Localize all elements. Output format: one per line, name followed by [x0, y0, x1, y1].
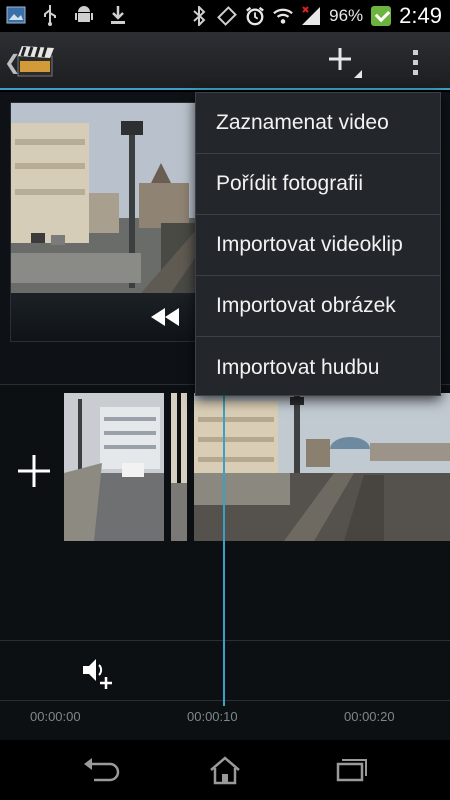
video-clip-thumbnail[interactable]: [64, 393, 164, 541]
alarm-icon: [245, 5, 265, 27]
add-icon[interactable]: [322, 40, 366, 84]
bluetooth-icon: [189, 5, 209, 27]
recent-apps-icon[interactable]: [330, 754, 370, 786]
movie-clapper-icon[interactable]: [16, 44, 54, 78]
android-debug-icon: [74, 4, 94, 26]
rewind-icon[interactable]: [149, 305, 183, 329]
usb-icon: [40, 4, 60, 26]
wifi-icon: [273, 5, 293, 27]
add-media-menu: Zaznamenat video Pořídit fotografii Impo…: [195, 92, 441, 396]
video-clip-thumbnail[interactable]: [171, 393, 187, 541]
playhead[interactable]: [223, 396, 225, 706]
signal-icon: [301, 5, 321, 27]
ruler-label: 00:00:10: [187, 709, 238, 724]
menu-item-record-video[interactable]: Zaznamenat video: [196, 93, 440, 154]
battery-percent: 96%: [329, 6, 364, 25]
gallery-icon: [6, 4, 26, 26]
ruler-label: 00:00:00: [30, 709, 81, 724]
action-bar: ❮: [0, 32, 450, 90]
screen-rotation-icon: [217, 5, 238, 27]
navigation-bar: [0, 740, 450, 800]
menu-item-import-video[interactable]: Importovat videoklip: [196, 215, 440, 276]
menu-item-take-photo[interactable]: Pořídit fotografii: [196, 154, 440, 215]
video-clip-thumbnail[interactable]: [194, 393, 450, 541]
status-bar: 96% 2:49: [0, 0, 450, 32]
time-ruler: 00:00:00 00:00:10 00:00:20: [0, 700, 450, 740]
battery-charging-icon: [371, 6, 392, 26]
menu-item-import-image[interactable]: Importovat obrázek: [196, 276, 440, 337]
timeline: [0, 384, 450, 640]
menu-item-import-music[interactable]: Importovat hudbu: [196, 337, 440, 398]
add-clip-icon[interactable]: [14, 451, 54, 491]
back-icon[interactable]: [80, 754, 120, 786]
audio-track: [0, 640, 450, 700]
ruler-label: 00:00:20: [344, 709, 395, 724]
clock: 2:49: [399, 3, 442, 28]
add-audio-icon[interactable]: [80, 655, 114, 689]
overflow-menu-icon[interactable]: [398, 40, 432, 84]
download-icon: [108, 4, 128, 26]
home-icon[interactable]: [205, 754, 245, 786]
